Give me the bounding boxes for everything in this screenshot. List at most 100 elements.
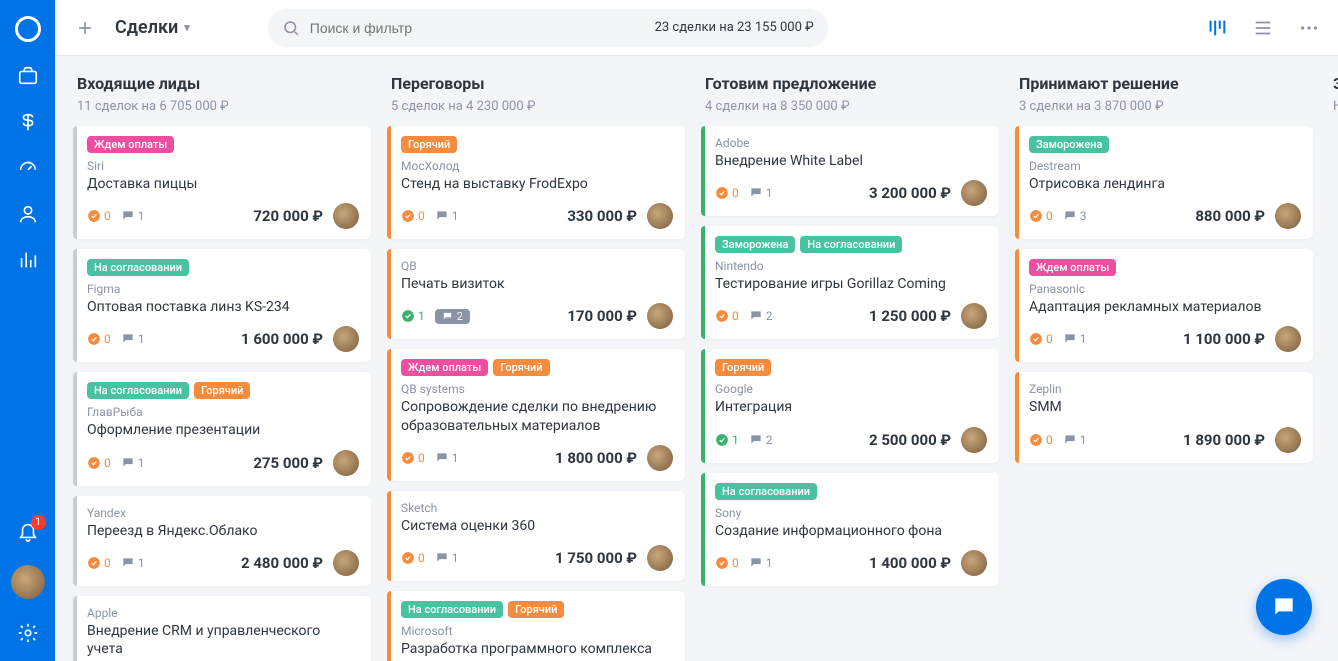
sidebar: 1 xyxy=(0,0,55,661)
search-input[interactable] xyxy=(310,20,645,36)
assignee-avatar[interactable] xyxy=(1275,326,1301,352)
deal-card[interactable]: AppleВнедрение CRM и управленческого уче… xyxy=(73,596,371,661)
card-company: Siri xyxy=(87,159,359,173)
assignee-avatar[interactable] xyxy=(961,427,987,453)
card-footer: 011 800 000 ₽ xyxy=(401,445,673,471)
card-footer: 122 500 000 ₽ xyxy=(715,427,987,453)
deal-card[interactable]: ЗамороженаDestreamОтрисовка лендинга0388… xyxy=(1015,126,1313,239)
card-name: Сопровождение сделки по внедрению образо… xyxy=(401,398,673,434)
card-name: Оформление презентации xyxy=(87,421,359,439)
deal-card[interactable]: На согласованииSonyСоздание информационн… xyxy=(701,473,999,586)
assignee-avatar[interactable] xyxy=(647,445,673,471)
nav-gauge-icon[interactable] xyxy=(16,156,40,180)
task-count: 1 xyxy=(401,309,425,323)
assignee-avatar[interactable] xyxy=(647,203,673,229)
card-tags: Горячий xyxy=(401,136,673,153)
card-tags: На согласовании xyxy=(87,259,359,276)
nav-user-icon[interactable] xyxy=(16,202,40,226)
chat-fab[interactable] xyxy=(1256,579,1312,635)
assignee-avatar[interactable] xyxy=(1275,427,1301,453)
column-title: Закл xyxy=(1333,74,1338,93)
card-name: Разработка программного комплекса xyxy=(401,640,673,658)
assignee-avatar[interactable] xyxy=(333,550,359,576)
assignee-avatar[interactable] xyxy=(333,326,359,352)
comment-count: 1 xyxy=(121,332,145,346)
deal-card[interactable]: QBПечать визиток12170 000 ₽ xyxy=(387,249,685,339)
board-column: Готовим предложение4 сделки на 8 350 000… xyxy=(701,74,1001,661)
column-subtitle: 11 сделок на 6 705 000 ₽ xyxy=(77,99,369,114)
column-subtitle: 3 сделки на 3 870 000 ₽ xyxy=(1019,99,1311,114)
card-footer: 021 250 000 ₽ xyxy=(715,303,987,329)
task-count: 0 xyxy=(401,209,425,223)
card-price: 720 000 ₽ xyxy=(253,207,323,225)
card-company: Panasonic xyxy=(1029,282,1301,296)
card-name: Создание информационного фона xyxy=(715,522,987,540)
deal-card[interactable]: Ждем оплатыPanasonicАдаптация рекламных … xyxy=(1015,249,1313,362)
task-count: 1 xyxy=(715,433,739,447)
deal-card[interactable]: Ждем оплатыГорячийQB systemsСопровождени… xyxy=(387,349,685,480)
card-footer: 12170 000 ₽ xyxy=(401,303,673,329)
nav-dollar-icon[interactable] xyxy=(16,110,40,134)
card-price: 1 250 000 ₽ xyxy=(869,307,951,325)
view-kanban-icon[interactable] xyxy=(1206,17,1228,39)
board-title-dropdown[interactable]: Сделки ▾ xyxy=(115,17,190,38)
column-title: Принимают решение xyxy=(1019,74,1311,93)
assignee-avatar[interactable] xyxy=(647,545,673,571)
task-count: 0 xyxy=(401,451,425,465)
kanban-board[interactable]: Входящие лиды11 сделок на 6 705 000 ₽Жде… xyxy=(55,56,1338,661)
assignee-avatar[interactable] xyxy=(961,180,987,206)
card-company: Sketch xyxy=(401,501,673,515)
more-icon[interactable] xyxy=(1298,17,1320,39)
tag: На согласовании xyxy=(401,601,503,618)
card-price: 1 400 000 ₽ xyxy=(869,554,951,572)
card-name: Оптовая поставка линз KS-234 xyxy=(87,298,359,316)
deal-card[interactable]: ГорячийМосХолодСтенд на выставку FrodExp… xyxy=(387,126,685,239)
deal-card[interactable]: AdobeВнедрение White Label013 200 000 ₽ xyxy=(701,126,999,216)
nav-settings-icon[interactable] xyxy=(16,621,40,645)
card-price: 880 000 ₽ xyxy=(1195,207,1265,225)
card-price: 1 890 000 ₽ xyxy=(1183,431,1265,449)
deal-card[interactable]: На согласовании Figma Оптовая поставка лин… xyxy=(73,249,371,362)
card-price: 275 000 ₽ xyxy=(253,454,323,472)
assignee-avatar[interactable] xyxy=(1275,203,1301,229)
card-price: 1 600 000 ₽ xyxy=(241,330,323,348)
search-icon xyxy=(282,19,300,37)
assignee-avatar[interactable] xyxy=(961,303,987,329)
nav-chart-icon[interactable] xyxy=(16,248,40,272)
column-header: Переговоры5 сделок на 4 230 000 ₽ xyxy=(387,74,687,126)
deal-card[interactable]: Ждем оплатыSiriДоставка пиццы01720 000 ₽ xyxy=(73,126,371,239)
column-body: AdobeВнедрение White Label013 200 000 ₽ З… xyxy=(701,126,1001,661)
assignee-avatar[interactable] xyxy=(961,550,987,576)
user-avatar[interactable] xyxy=(11,565,45,599)
deal-card[interactable]: ZeplinSMM011 890 000 ₽ xyxy=(1015,372,1313,462)
card-company: Figma xyxy=(87,282,359,296)
deal-card[interactable]: ЗамороженаНа согласованииNintendoТестиро… xyxy=(701,226,999,339)
card-name: Адаптация рекламных материалов xyxy=(1029,298,1301,316)
view-list-icon[interactable] xyxy=(1252,17,1274,39)
search-bar: 23 сделки на 23 155 000 ₽ xyxy=(268,9,828,47)
deal-card[interactable]: На согласованииГорячийMicrosoftРазработк… xyxy=(387,591,685,661)
tag: Горячий xyxy=(493,359,549,376)
deal-card[interactable]: YandexПереезд в Яндекс.Облако012 480 000… xyxy=(73,496,371,586)
card-price: 3 200 000 ₽ xyxy=(869,184,951,202)
card-price: 2 500 000 ₽ xyxy=(869,431,951,449)
card-footer: 03880 000 ₽ xyxy=(1029,203,1301,229)
card-footer: 012 480 000 ₽ xyxy=(87,550,359,576)
deal-card[interactable]: ГорячийGoogleИнтеграция122 500 000 ₽ xyxy=(701,349,999,462)
board-title: Сделки xyxy=(115,17,178,38)
card-name: SMM xyxy=(1029,398,1301,416)
assignee-avatar[interactable] xyxy=(647,303,673,329)
header: Сделки ▾ 23 сделки на 23 155 000 ₽ xyxy=(55,0,1338,56)
nav-bell-icon[interactable]: 1 xyxy=(16,519,40,543)
deal-card[interactable]: SketchСистема оценки 360011 750 000 ₽ xyxy=(387,491,685,581)
nav-briefcase-icon[interactable] xyxy=(16,64,40,88)
assignee-avatar[interactable] xyxy=(333,203,359,229)
card-tags: Горячий xyxy=(715,359,987,376)
card-tags: ЗамороженаНа согласовании xyxy=(715,236,987,253)
assignee-avatar[interactable] xyxy=(333,450,359,476)
deal-card[interactable]: На согласованииГорячийГлавРыбаОформление… xyxy=(73,372,371,485)
add-button[interactable] xyxy=(73,16,97,40)
card-company: QB xyxy=(401,259,673,273)
card-footer: 013 200 000 ₽ xyxy=(715,180,987,206)
comment-count: 1 xyxy=(435,451,459,465)
